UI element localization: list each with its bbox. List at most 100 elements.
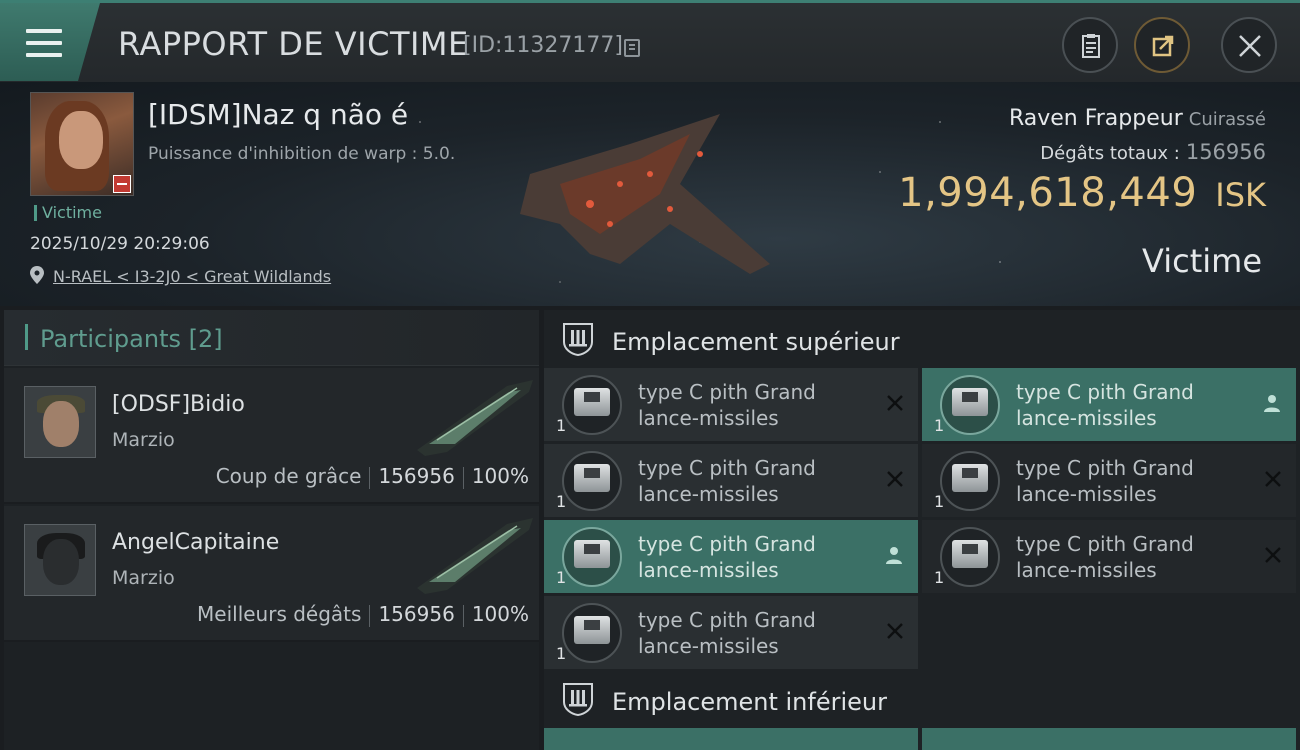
slot-high-icon [563,323,593,356]
menu-button[interactable] [0,3,100,81]
clipboard-button[interactable] [1062,17,1118,73]
module-quantity: 1 [556,416,567,435]
share-button[interactable] [1134,17,1190,73]
module-name-line1: type C pith Grand [1016,380,1194,404]
participant-ship: Marzio [112,567,175,589]
participant-percent: 100% [471,464,529,488]
participants-title: Participants [2] [40,325,223,353]
missile-launcher-icon [574,540,610,568]
lower-slot-label: Emplacement inférieur [612,688,887,716]
missile-launcher-icon [574,616,610,644]
user-icon [1264,395,1280,412]
missile-launcher-icon [574,388,610,416]
module-slot[interactable]: 1 type C pith Grand lance-missiles [922,520,1296,593]
module-quantity: 1 [556,568,567,587]
participant-damage: 156956 [378,464,455,488]
missile-launcher-icon [952,464,988,492]
clipboard-icon [1082,34,1100,58]
victim-avatar[interactable] [30,92,134,196]
victim-subtitle: Puissance d'inhibition de warp : 5.0. [148,144,456,164]
copy-icon[interactable] [624,39,640,57]
participants-header: Participants [2] [4,310,539,366]
page-title: RAPPORT DE VICTIME [118,25,469,63]
module-name-line2: lance-missiles [1016,558,1157,582]
victim-badge-icon [113,175,131,193]
module-name-line1: type C pith Grand [1016,456,1194,480]
isk-value: 1,994,618,449 [898,170,1198,216]
close-icon [1239,35,1261,57]
role-label: Victime [1142,242,1262,280]
module-name-line1: type C pith Grand [1016,532,1194,556]
slot-low-icon [563,683,593,716]
lower-slot-section-header: Emplacement inférieur [544,672,1300,728]
total-damage: Dégâts totaux :156956 [1040,140,1266,164]
module-slot[interactable]: 1 type C pith Grand lance-missiles [544,368,918,441]
share-icon [1152,35,1174,57]
module-slot[interactable]: 1 type C pith Grand lance-missiles [544,596,918,669]
module-name-line1: type C pith Grand [638,380,816,404]
fitting-panel: Emplacement supérieur 1 type C pith Gran… [544,310,1300,750]
module-name-line1: type C pith Grand [638,532,816,556]
upper-slot-section-header: Emplacement supérieur [544,312,1300,368]
module-quantity: 1 [556,492,567,511]
close-x-icon [1265,471,1281,487]
participants-label: Participants [40,325,181,353]
victim-datetime: 2025/10/29 20:29:06 [30,234,210,254]
location-pin-icon [30,266,44,284]
avatar[interactable] [24,386,96,458]
user-icon [886,547,902,564]
close-x-icon [887,471,903,487]
module-quantity: 1 [934,492,945,511]
participants-panel: Participants [2] [ODSF]Bidio Marzio Coup… [4,310,539,750]
avatar[interactable] [24,524,96,596]
module-slot[interactable]: 1 type C pith Grand lance-missiles [922,444,1296,517]
module-name-line1: type C pith Grand [638,608,816,632]
participant-name: AngelCapitaine [112,530,280,555]
close-button[interactable] [1221,17,1277,73]
damage-value: 156956 [1185,140,1266,164]
module-name-line2: lance-missiles [1016,482,1157,506]
module-name-line1: type C pith Grand [638,456,816,480]
lower-slot-row-partial[interactable] [922,728,1296,750]
menu-icon [26,29,62,57]
participants-count: [2] [188,325,223,353]
module-name-line2: lance-missiles [638,634,779,658]
module-name-line2: lance-missiles [1016,406,1157,430]
participant-stats: Meilleurs dégâts 156956 100% [197,602,529,627]
report-id: [ID:11327177] [463,33,623,58]
module-slot[interactable]: 1 type C pith Grand lance-missiles [922,368,1296,441]
close-x-icon [887,623,903,639]
ship-type: Raven Frappeur Cuirassé [1009,106,1266,131]
ship-name: Raven Frappeur [1008,106,1183,131]
module-quantity: 1 [934,416,945,435]
upper-slot-label: Emplacement supérieur [612,328,900,356]
module-name-line2: lance-missiles [638,558,779,582]
module-quantity: 1 [934,568,945,587]
close-x-icon [887,395,903,411]
lower-slot-row-partial[interactable] [544,728,918,750]
isk-loss: 1,994,618,449 ISK [898,170,1266,216]
participant-percent: 100% [471,602,529,626]
module-slot[interactable]: 1 type C pith Grand lance-missiles [544,520,918,593]
missile-launcher-icon [952,388,988,416]
victim-name: [IDSM]Naz q não é [148,98,409,131]
participant-row[interactable]: AngelCapitaine Marzio Meilleurs dégâts 15… [4,506,539,642]
participant-ship: Marzio [112,429,175,451]
ship-class: Cuirassé [1188,109,1266,130]
close-x-icon [1265,547,1281,563]
participant-role: Coup de grâce [215,464,362,488]
victim-ship-image [520,114,770,274]
module-slot[interactable]: 1 type C pith Grand lance-missiles [544,444,918,517]
participant-damage: 156956 [378,602,455,626]
victim-tag: Victime [34,205,102,221]
participant-role: Meilleurs dégâts [197,602,362,626]
module-quantity: 1 [556,644,567,663]
top-bar: RAPPORT DE VICTIME [ID:11327177] [0,0,1300,82]
participant-ship-image [417,518,533,594]
missile-launcher-icon [574,464,610,492]
participant-stats: Coup de grâce 156956 100% [216,464,529,489]
victim-location-link[interactable]: N-RAEL < I3-2J0 < Great Wildlands [53,267,331,286]
module-name-line2: lance-missiles [638,406,779,430]
participant-name: [ODSF]Bidio [112,392,245,417]
participant-row[interactable]: [ODSF]Bidio Marzio Coup de grâce 156956 10… [4,368,539,504]
